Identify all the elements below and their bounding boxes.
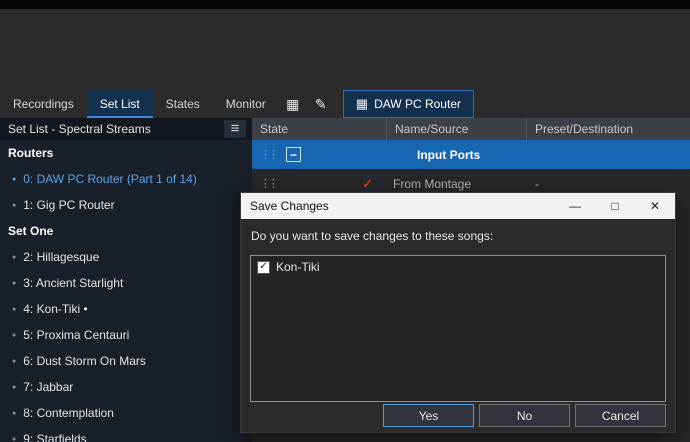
- sidebar-item-song-4[interactable]: ● 4: Kon-Tiki •: [0, 296, 252, 322]
- tab-recordings[interactable]: Recordings: [0, 90, 87, 118]
- column-header-name-source[interactable]: Name/Source: [387, 118, 527, 140]
- section-header-routers: Routers: [8, 146, 54, 160]
- yes-button[interactable]: Yes: [383, 404, 474, 427]
- bullet-icon: ●: [12, 331, 17, 339]
- table-icon: ▦: [355, 96, 369, 111]
- sidebar-item-song-5[interactable]: ● 5: Proxima Centauri: [0, 322, 252, 348]
- sidebar-item-song-7[interactable]: ● 7: Jabbar: [0, 374, 252, 400]
- bullet-icon: ●: [12, 409, 17, 417]
- sidebar-item-song-6[interactable]: ● 6: Dust Storm On Mars: [0, 348, 252, 374]
- dialog-message: Do you want to save changes to these son…: [251, 229, 494, 243]
- bullet-icon: ●: [12, 305, 17, 313]
- router-tab-label: DAW PC Router: [374, 97, 461, 111]
- sidebar-item-label: 7: Jabbar: [23, 380, 74, 394]
- set-list-title: Set List - Spectral Streams: [8, 122, 151, 136]
- sidebar-item-label: 9: Starfields: [23, 432, 87, 442]
- drag-handle-icon[interactable]: ⋮⋮: [260, 148, 279, 161]
- sidebar-item-label: 0: DAW PC Router (Part 1 of 14): [23, 172, 197, 186]
- sidebar-item-song-9[interactable]: ● 9: Starfields: [0, 426, 252, 442]
- cancel-button[interactable]: Cancel: [575, 404, 666, 427]
- table-row-input-ports[interactable]: ⋮⋮ − Input Ports: [252, 140, 690, 169]
- bullet-icon: ●: [12, 175, 17, 183]
- sidebar-item-label: 2: Hillagesque: [23, 250, 100, 264]
- drag-handle-icon[interactable]: ⋮⋮: [260, 177, 279, 190]
- dialog-buttons: Yes No Cancel: [383, 404, 666, 427]
- sidebar-item-label: 5: Proxima Centauri: [23, 328, 130, 342]
- sidebar-item-router-1[interactable]: ● 1: Gig PC Router: [0, 192, 252, 218]
- sidebar-item-label: 6: Dust Storm On Mars: [23, 354, 146, 368]
- bullet-icon: ●: [12, 383, 17, 391]
- column-header-preset-destination[interactable]: Preset/Destination: [527, 118, 690, 140]
- dialog-title: Save Changes: [250, 199, 329, 213]
- sidebar-header: Set List - Spectral Streams ≡: [0, 118, 252, 140]
- group-row-name: Input Ports: [417, 147, 481, 162]
- tab-set-list[interactable]: Set List: [86, 90, 153, 118]
- table-header-row: State Name/Source Preset/Destination: [252, 118, 690, 140]
- top-strip: [0, 0, 690, 9]
- column-header-state[interactable]: State: [252, 118, 387, 140]
- collapse-icon[interactable]: −: [286, 147, 301, 162]
- minimize-icon[interactable]: —: [555, 193, 595, 219]
- checkbox-checked-icon[interactable]: ✓: [257, 260, 270, 274]
- bullet-icon: ●: [12, 435, 17, 442]
- bullet-icon: ●: [12, 201, 17, 209]
- bullet-icon: ●: [12, 357, 17, 365]
- bullet-icon: ●: [12, 253, 17, 261]
- row-name: From Montage: [393, 176, 472, 191]
- sidebar-item-label: 1: Gig PC Router: [23, 198, 115, 212]
- sidebar-item-label: 3: Ancient Starlight: [23, 276, 124, 290]
- dialog-body: Do you want to save changes to these son…: [241, 219, 675, 432]
- song-label: Kon-Tiki: [276, 260, 320, 274]
- song-list-box[interactable]: ✓ Kon-Tiki: [250, 255, 666, 402]
- sidebar-item-song-2[interactable]: ● 2: Hillagesque: [0, 244, 252, 270]
- close-icon[interactable]: ✕: [635, 193, 675, 219]
- sidebar-item-label: 4: Kon-Tiki •: [23, 302, 88, 316]
- tab-bar: Recordings Set List States Monitor ▦ ✎ ▦…: [0, 90, 690, 118]
- maximize-icon[interactable]: □: [595, 193, 635, 219]
- section-header-set-one: Set One: [8, 224, 54, 238]
- tab-monitor[interactable]: Monitor: [213, 90, 279, 118]
- edit-notes-icon[interactable]: ✎: [307, 90, 335, 118]
- save-changes-dialog: Save Changes — □ ✕ Do you want to save c…: [240, 192, 676, 433]
- tab-states[interactable]: States: [153, 90, 213, 118]
- hamburger-menu-icon[interactable]: ≡: [224, 120, 246, 138]
- dialog-titlebar[interactable]: Save Changes — □ ✕: [241, 193, 675, 219]
- bullet-icon: ●: [12, 279, 17, 287]
- row-dest: -: [535, 176, 539, 191]
- sidebar-item-song-3[interactable]: ● 3: Ancient Starlight: [0, 270, 252, 296]
- sidebar-item-router-0[interactable]: ● 0: DAW PC Router (Part 1 of 14): [0, 166, 252, 192]
- state-cell: ⋮⋮ −: [252, 140, 387, 169]
- song-checkbox-row[interactable]: ✓ Kon-Tiki: [251, 256, 665, 278]
- no-button[interactable]: No: [479, 404, 570, 427]
- tab-daw-pc-router[interactable]: ▦ DAW PC Router: [342, 90, 474, 118]
- enabled-check-icon[interactable]: ✓: [362, 176, 373, 192]
- sidebar-item-song-8[interactable]: ● 8: Contemplation: [0, 400, 252, 426]
- sidebar: Set List - Spectral Streams ≡ Routers ● …: [0, 118, 252, 442]
- sidebar-item-label: 8: Contemplation: [23, 406, 114, 420]
- grid-view-icon[interactable]: ▦: [279, 90, 307, 118]
